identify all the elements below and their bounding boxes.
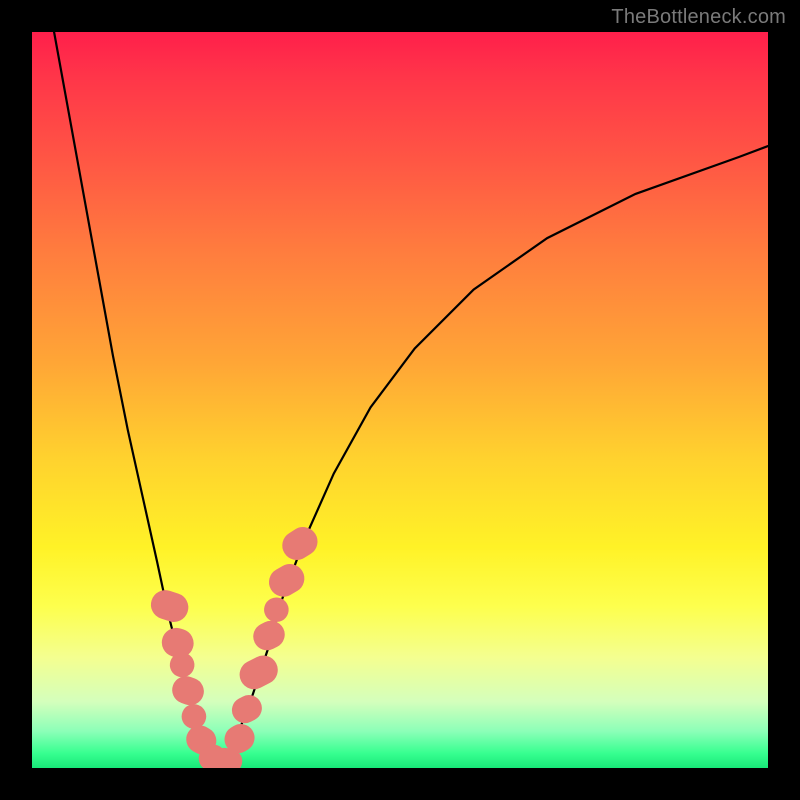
data-marker [260, 594, 292, 626]
data-marker [249, 617, 289, 655]
watermark-text: TheBottleneck.com [611, 6, 786, 29]
data-marker [228, 691, 266, 727]
data-marker [235, 651, 282, 693]
chart-frame: TheBottleneck.com [0, 0, 800, 800]
data-marker [148, 587, 192, 625]
data-marker [278, 522, 323, 564]
markers-group [148, 522, 322, 768]
chart-svg [32, 32, 768, 768]
data-marker [169, 673, 207, 708]
curve-left-branch [54, 32, 216, 764]
curve-right-branch [216, 146, 768, 764]
plot-area [32, 32, 768, 768]
curve-group [54, 32, 768, 764]
data-marker [264, 559, 309, 601]
